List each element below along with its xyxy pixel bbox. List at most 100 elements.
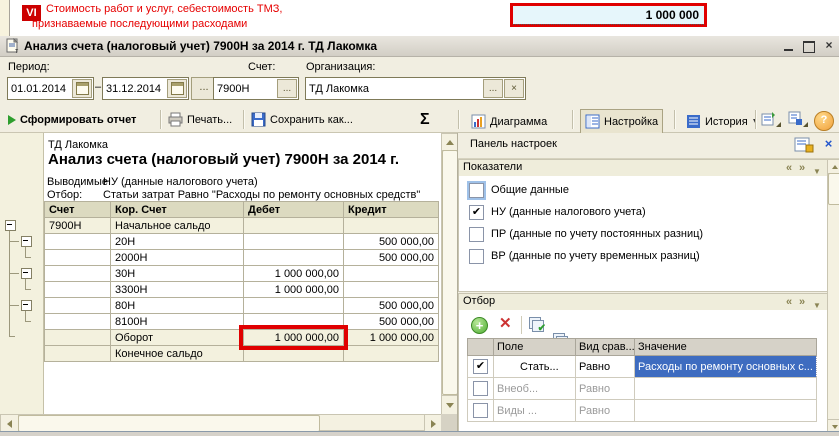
cell-debit[interactable]: 1 000 000,00 (244, 282, 344, 298)
help-button[interactable]: ? (814, 111, 834, 131)
expand-all-icon[interactable]: » (799, 161, 805, 176)
cell-debit[interactable] (244, 250, 344, 266)
filter-value[interactable] (635, 378, 817, 400)
load-settings-button[interactable] (761, 109, 781, 127)
cell-account[interactable] (45, 234, 111, 250)
filter-compare[interactable]: Равно (576, 400, 635, 422)
checkbox-common-data[interactable] (469, 183, 484, 198)
cell-debit[interactable] (244, 314, 344, 330)
collapse-all-icon[interactable]: « (786, 295, 792, 310)
checkbox-label[interactable]: ВР (данные по учету временных разниц) (491, 250, 700, 262)
filter-use-checkbox[interactable] (468, 400, 494, 422)
col-credit[interactable]: Кредит (344, 202, 439, 218)
cell-account[interactable] (45, 250, 111, 266)
cell-corr[interactable]: 2000Н (111, 250, 244, 266)
cell-corr[interactable]: 3300Н (111, 282, 244, 298)
filter-field[interactable]: Стать... (494, 356, 576, 378)
filter-use-checkbox[interactable] (468, 378, 494, 400)
cell-account[interactable] (45, 330, 111, 346)
col-compare[interactable]: Вид срав... (576, 339, 635, 356)
cell-credit[interactable]: 1 000 000,00 (344, 330, 439, 346)
organization-select-button[interactable]: ... (483, 79, 503, 98)
cell-corr[interactable]: 8100Н (111, 314, 244, 330)
cell-account[interactable] (45, 282, 111, 298)
highlighted-amount-field[interactable]: 1 000 000 (510, 3, 707, 27)
cell-corr[interactable]: 20Н (111, 234, 244, 250)
cell-credit[interactable] (344, 218, 439, 234)
col-use[interactable] (468, 339, 494, 356)
cell-corr[interactable]: Оборот (111, 330, 244, 346)
col-field[interactable]: Поле (494, 339, 576, 356)
collapse-group-icon[interactable] (21, 300, 32, 311)
filter-field[interactable]: Внеоб... (494, 378, 576, 400)
calendar-icon[interactable] (72, 79, 92, 98)
account-select-button[interactable]: ... (277, 79, 297, 98)
cell-corr[interactable]: Конечное сальдо (111, 346, 244, 362)
cell-credit[interactable]: 500 000,00 (344, 250, 439, 266)
generate-report-button[interactable]: Сформировать отчет (8, 109, 136, 130)
cell-corr[interactable]: 30Н (111, 266, 244, 282)
vscroll-thumb[interactable] (442, 150, 458, 395)
checkbox-label[interactable]: Общие данные (491, 184, 569, 196)
checkbox-nu[interactable]: ✔ (469, 205, 484, 220)
delete-filter-icon[interactable]: ✕ (499, 315, 512, 332)
checkbox-pr[interactable] (469, 227, 484, 242)
settings-button[interactable]: Настройка (580, 109, 663, 134)
collapse-all-icon[interactable]: « (786, 161, 792, 176)
date-to-field[interactable]: 31.12.2014 (102, 77, 189, 100)
cell-credit[interactable]: 500 000,00 (344, 234, 439, 250)
cell-credit[interactable] (344, 282, 439, 298)
cell-debit[interactable] (244, 234, 344, 250)
checkbox-vr[interactable] (469, 249, 484, 264)
collapse-group-icon[interactable] (5, 220, 16, 231)
checkbox-label[interactable]: ПР (данные по учету постоянных разниц) (491, 228, 703, 240)
cell-account[interactable] (45, 266, 111, 282)
panel-settings-icon[interactable] (794, 137, 814, 153)
cell-credit[interactable] (344, 346, 439, 362)
cell-debit[interactable] (244, 298, 344, 314)
history-button[interactable]: История ▼ (681, 109, 764, 134)
collapse-group-icon[interactable] (21, 236, 32, 247)
filter-compare[interactable]: Равно (576, 356, 635, 378)
expand-all-icon[interactable]: » (799, 295, 805, 310)
cell-account[interactable] (45, 314, 111, 330)
minimize-button[interactable] (781, 40, 797, 53)
cell-credit[interactable]: 500 000,00 (344, 298, 439, 314)
date-from-field[interactable]: 01.01.2014 (7, 77, 94, 100)
maximize-button[interactable] (801, 40, 817, 53)
organization-field[interactable]: ТД Лакомка ... × (305, 77, 526, 100)
organization-clear-button[interactable]: × (504, 79, 524, 98)
col-corr[interactable]: Кор. Счет (111, 202, 244, 218)
cell-debit-highlighted[interactable]: 1 000 000,00 (244, 330, 344, 346)
col-account[interactable]: Счет (45, 202, 111, 218)
col-debit[interactable]: Дебет (244, 202, 344, 218)
filter-field[interactable]: Виды ... (494, 400, 576, 422)
cell-corr[interactable]: 80Н (111, 298, 244, 314)
cell-debit[interactable] (244, 218, 344, 234)
print-button[interactable]: Печать... (168, 109, 232, 130)
filter-value-selected[interactable]: Расходы по ремонту основных с... (635, 356, 817, 378)
save-as-button[interactable]: Сохранить как... (251, 109, 353, 130)
cell-credit[interactable]: 500 000,00 (344, 314, 439, 330)
add-filter-icon[interactable]: + (471, 317, 488, 334)
cell-account[interactable]: 7900Н (45, 218, 111, 234)
hscroll-thumb[interactable] (18, 415, 320, 432)
check-all-icon[interactable]: ✔ (529, 317, 545, 333)
save-settings-button[interactable] (788, 109, 808, 127)
panel-scroll-thumb[interactable] (828, 173, 839, 205)
cell-account[interactable] (45, 298, 111, 314)
filter-use-checkbox[interactable]: ✔ (468, 356, 494, 378)
filter-compare[interactable]: Равно (576, 378, 635, 400)
cell-corr[interactable]: Начальное сальдо (111, 218, 244, 234)
cell-account[interactable] (45, 346, 111, 362)
collapse-group-icon[interactable] (21, 268, 32, 279)
close-button[interactable]: × (821, 40, 837, 53)
cell-debit[interactable] (244, 346, 344, 362)
cell-credit[interactable] (344, 266, 439, 282)
panel-scroll-up-button[interactable] (827, 159, 839, 174)
panel-close-icon[interactable]: × (820, 136, 837, 153)
checkbox-label[interactable]: НУ (данные налогового учета) (491, 206, 646, 218)
cell-debit[interactable]: 1 000 000,00 (244, 266, 344, 282)
col-value[interactable]: Значение (635, 339, 817, 356)
diagram-button[interactable]: Диаграмма (466, 109, 552, 134)
